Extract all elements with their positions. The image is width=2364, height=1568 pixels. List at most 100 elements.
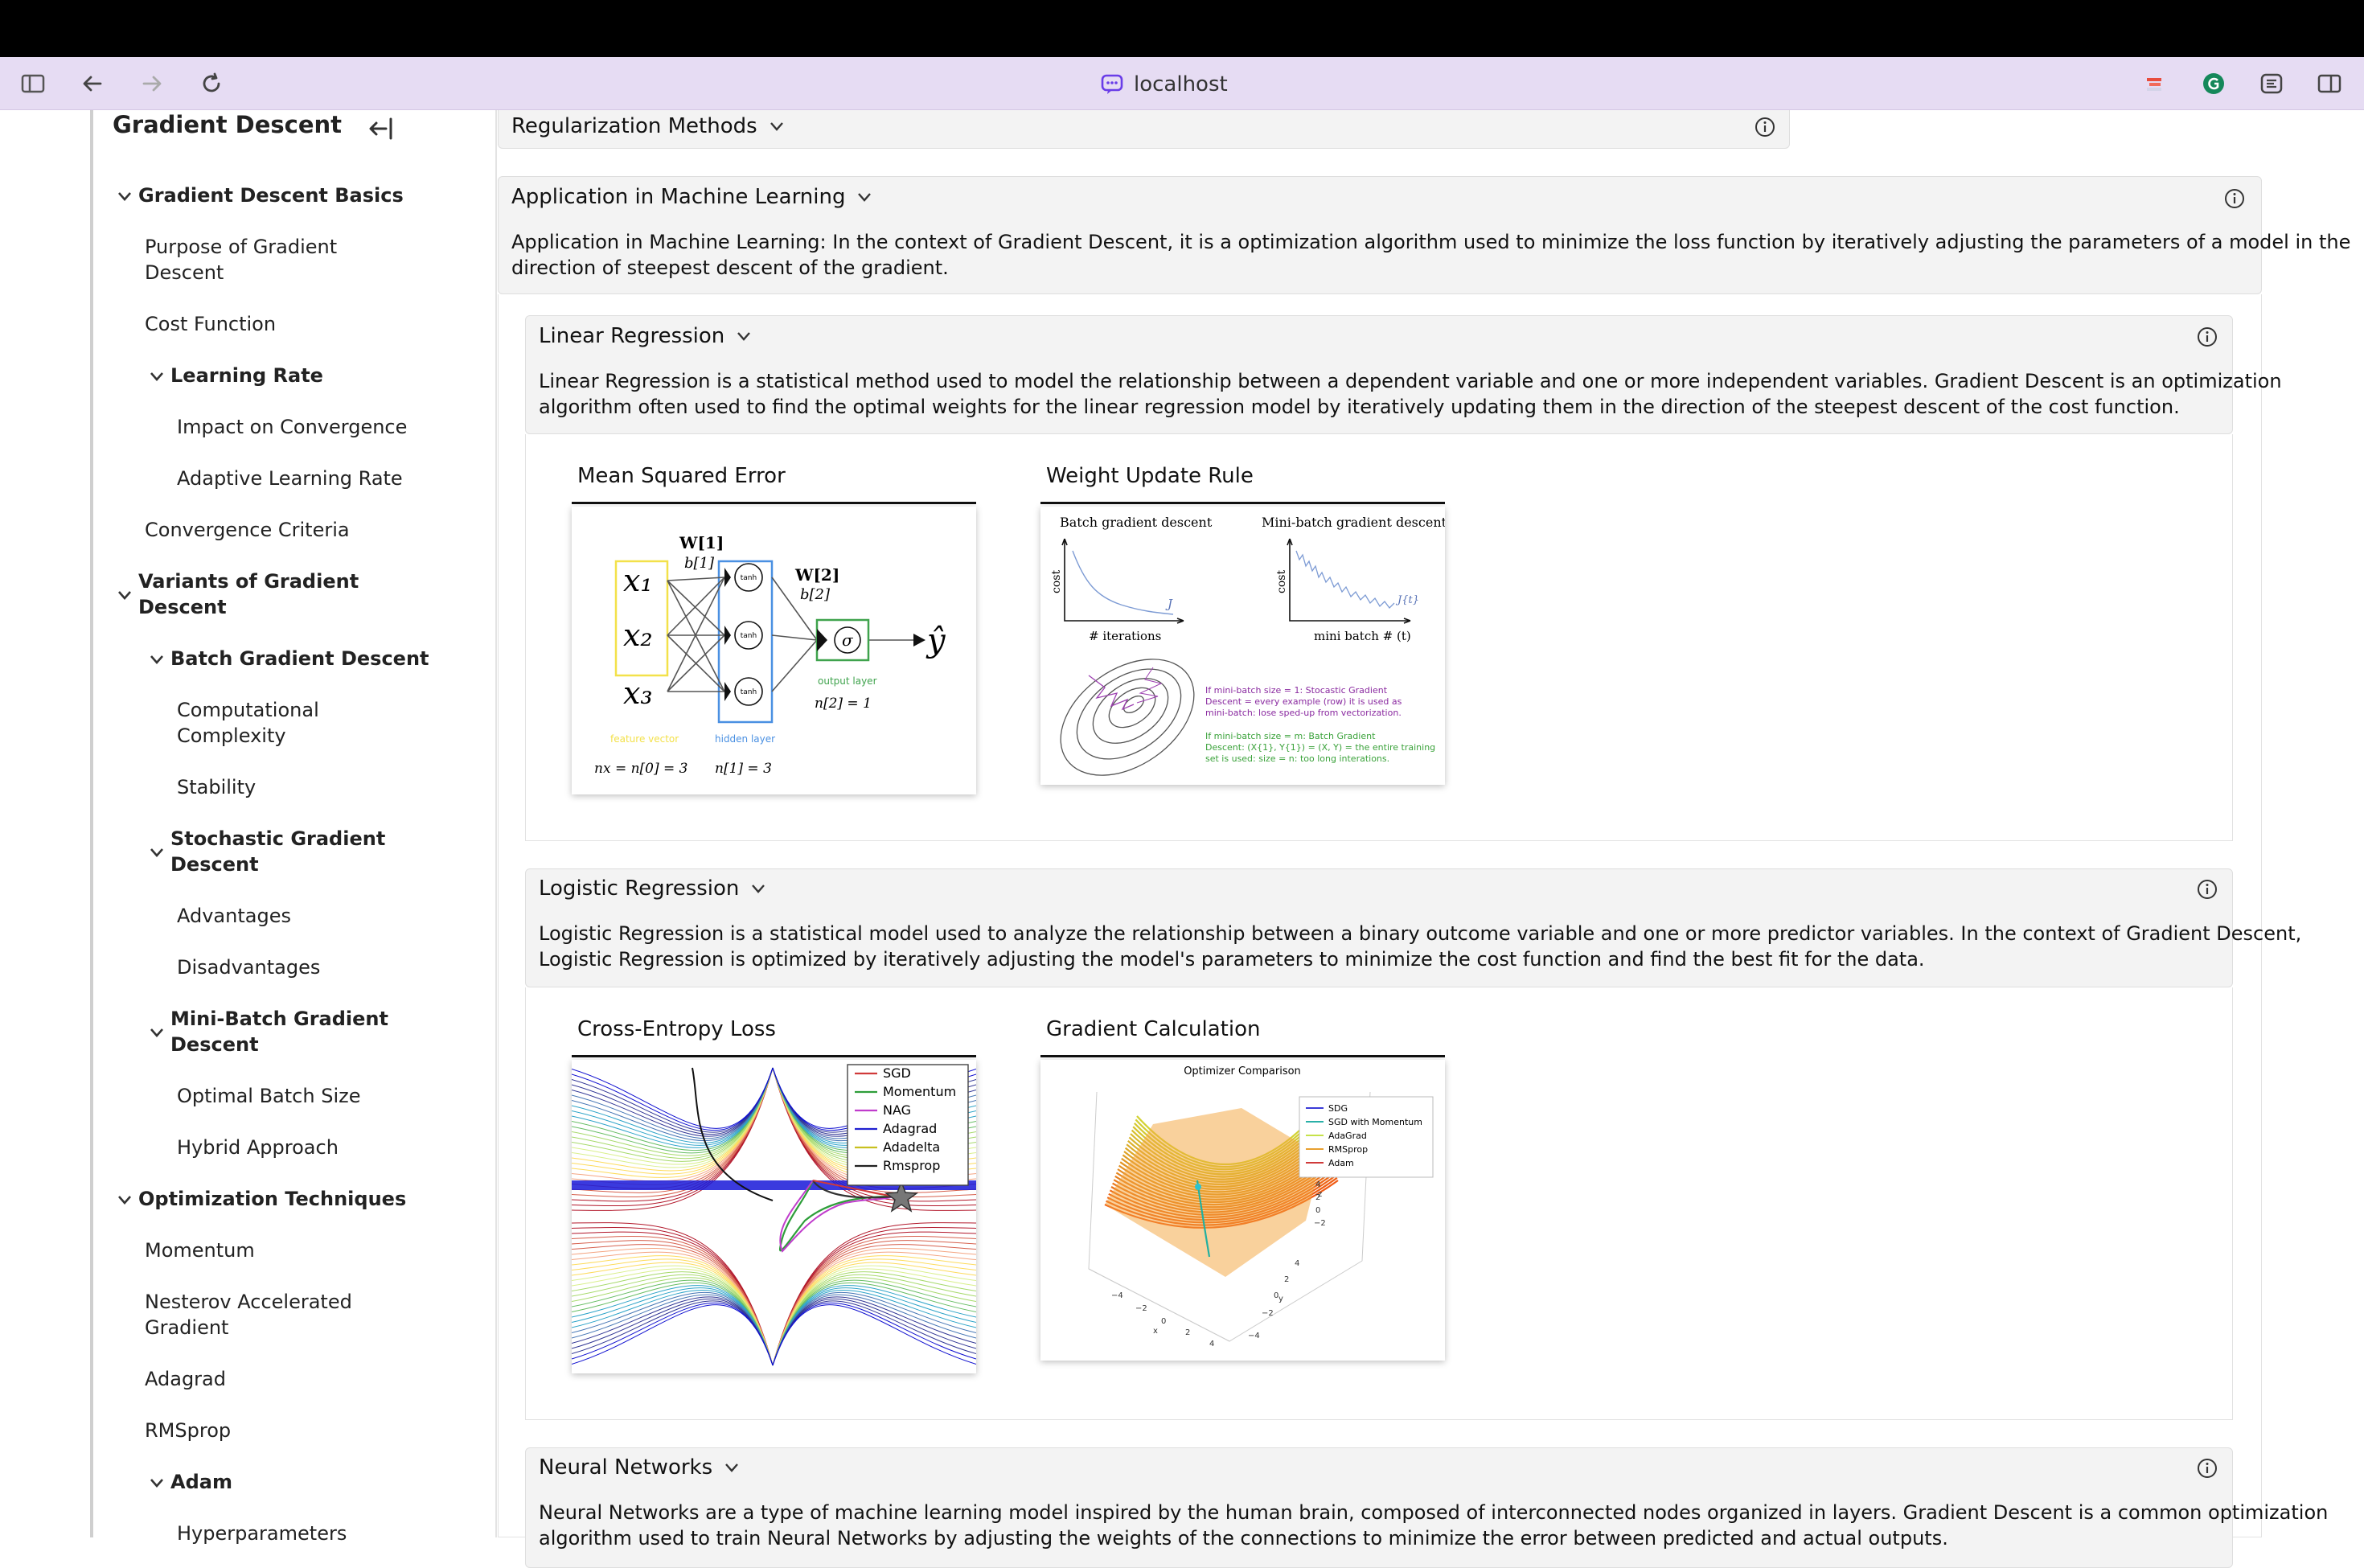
w1-label: W[1] [679,533,724,552]
sidebar-item-impact-on-convergence[interactable]: Impact on Convergence [177,414,407,440]
legend2-entry: AdaGrad [1328,1131,1367,1141]
fig-gradient-calc-rule [1040,1055,1445,1057]
svg-text:4: 4 [1209,1340,1214,1348]
neural-text-line1: Neural Networks are a type of machine le… [539,1501,2329,1524]
sidebar-item-computational[interactable]: Computational [177,697,319,723]
sidebar-item-momentum[interactable]: Momentum [145,1238,255,1263]
sidebar-item-optimization-techniques[interactable]: Optimization Techniques [138,1186,406,1212]
w2-label: W[2] [794,565,839,585]
back-arrow-icon[interactable] [77,68,108,99]
svg-text:0: 0 [1315,1206,1320,1215]
logistic-text-line1: Logistic Regression is a statistical mod… [539,922,2302,945]
chevron-down-icon[interactable] [117,1195,132,1205]
site-chat-icon [1101,74,1123,94]
legend1-entry: Adagrad [883,1121,937,1136]
nx-label: nx = n[0] = 3 [594,761,688,777]
sidebar-item-purpose-line2[interactable]: Descent [145,260,224,285]
regularization-header[interactable]: Regularization Methods [511,114,785,138]
sidebar-item-hybrid-approach[interactable]: Hybrid Approach [177,1135,339,1160]
sidebar-item-optimal-batch-size[interactable]: Optimal Batch Size [177,1083,360,1109]
sidebar-item-gradient-descent-basics[interactable]: Gradient Descent Basics [138,183,404,208]
legend1-entry: SGD [883,1065,911,1081]
output-layer-label: output layer [818,675,877,687]
fig-mse-image: x₁ x₂ x₃ tanh tanh tanh σ ŷ W[1] b[1] W[… [572,507,976,794]
sigma-label: σ [842,630,854,650]
address-bar[interactable]: localhost [1100,72,1228,97]
reload-icon[interactable] [196,68,227,99]
regularization-title: Regularization Methods [511,114,757,138]
sidebar-item-rmsprop[interactable]: RMSprop [145,1418,231,1443]
collapse-sidebar-icon[interactable] [367,113,399,145]
chevron-down-icon[interactable] [150,1478,164,1488]
legend1-entry: Adadelta [883,1139,940,1155]
sidebar-item-purpose[interactable]: Purpose of Gradient [145,234,337,260]
sidebar-toggle-icon[interactable] [18,68,48,99]
note2-line3: set is used: size = n: too long interati… [1205,753,1389,764]
info-icon[interactable] [2197,1458,2218,1479]
svg-text:−2: −2 [1262,1309,1274,1318]
info-icon[interactable] [2197,879,2218,900]
sidebar-item-hyperparameters[interactable]: Hyperparameters [177,1521,347,1546]
sidebar-item-variants[interactable]: Variants of Gradient [138,569,359,594]
b1-label: b[1] [684,555,715,572]
fig-cross-entropy-rule [572,1055,976,1057]
chevron-down-icon[interactable] [150,848,164,857]
forward-arrow-icon[interactable] [137,68,167,99]
neural-header[interactable]: Neural Networks [539,1455,740,1480]
sidebar-item-sgd[interactable]: Stochastic Gradient [170,826,385,852]
sidebar-item-cost-function[interactable]: Cost Function [145,311,276,337]
info-icon[interactable] [2224,188,2245,209]
application-title: Application in Machine Learning [511,185,846,209]
extension-flag-icon[interactable] [2140,68,2171,99]
sidebar-item-learning-rate[interactable]: Learning Rate [170,363,323,388]
cost-axis-1: cost [1050,570,1063,593]
sidebar-item-variants-line2[interactable]: Descent [138,594,227,620]
y-axis-label: y [1278,1295,1283,1303]
content-divider [495,110,497,1537]
sidebar-item-computational-line2[interactable]: Complexity [177,723,286,749]
sidebar-item-nesterov-line2[interactable]: Gradient [145,1315,228,1340]
chevron-down-icon[interactable] [150,655,164,664]
chevron-down-icon [858,193,872,202]
tanh-node-3: tanh [741,688,757,696]
svg-text:2: 2 [1185,1328,1190,1337]
info-icon[interactable] [1755,117,1775,138]
note2-line2: Descent: (X{1}, Y{1}) = (X, Y) = the ent… [1205,742,1435,753]
sidebar-title: Gradient Descent [113,111,343,138]
chevron-down-icon[interactable] [150,1028,164,1037]
window-top-bar [0,0,2364,57]
grammarly-icon[interactable] [2198,68,2229,99]
sidebar-item-convergence-criteria[interactable]: Convergence Criteria [145,517,350,543]
application-text-line2: direction of steepest descent of the gra… [511,257,949,279]
svg-text:2: 2 [1315,1193,1320,1202]
sidebar-item-adaptive-learning-rate[interactable]: Adaptive Learning Rate [177,466,403,491]
info-icon[interactable] [2197,326,2218,347]
sidebar-item-adam[interactable]: Adam [170,1469,232,1495]
tanh-node-2: tanh [741,632,757,640]
sidebar-item-nesterov[interactable]: Nesterov Accelerated [145,1289,352,1315]
sidebar-item-minibatch[interactable]: Mini-Batch Gradient [170,1006,388,1032]
linear-header[interactable]: Linear Regression [539,324,752,348]
tanh-node-1: tanh [741,574,757,582]
chevron-down-icon[interactable] [117,590,132,600]
extension-icon[interactable] [2256,68,2287,99]
sidebar-item-advantages[interactable]: Advantages [177,903,291,929]
sidebar-item-batch-gd[interactable]: Batch Gradient Descent [170,646,429,671]
note2-line1: If mini-batch size = m: Batch Gradient [1205,731,1376,741]
chevron-down-icon [752,885,765,893]
jt-label: J{t} [1395,594,1419,606]
sidebar-item-sgd-line2[interactable]: Descent [170,852,259,877]
application-text-line1: Application in Machine Learning: In the … [511,231,2351,253]
split-view-icon[interactable] [2314,68,2345,99]
sidebar-item-adagrad[interactable]: Adagrad [145,1366,226,1392]
chevron-down-icon [737,332,751,341]
url-text: localhost [1134,72,1228,96]
sidebar-item-stability[interactable]: Stability [177,774,256,800]
chevron-down-icon[interactable] [117,191,132,201]
batch-gd-title: Batch gradient descent [1060,515,1213,530]
application-header[interactable]: Application in Machine Learning [511,185,872,209]
sidebar-item-disadvantages[interactable]: Disadvantages [177,954,320,980]
chevron-down-icon[interactable] [150,371,164,381]
logistic-header[interactable]: Logistic Regression [539,876,766,901]
sidebar-item-minibatch-line2[interactable]: Descent [170,1032,259,1057]
